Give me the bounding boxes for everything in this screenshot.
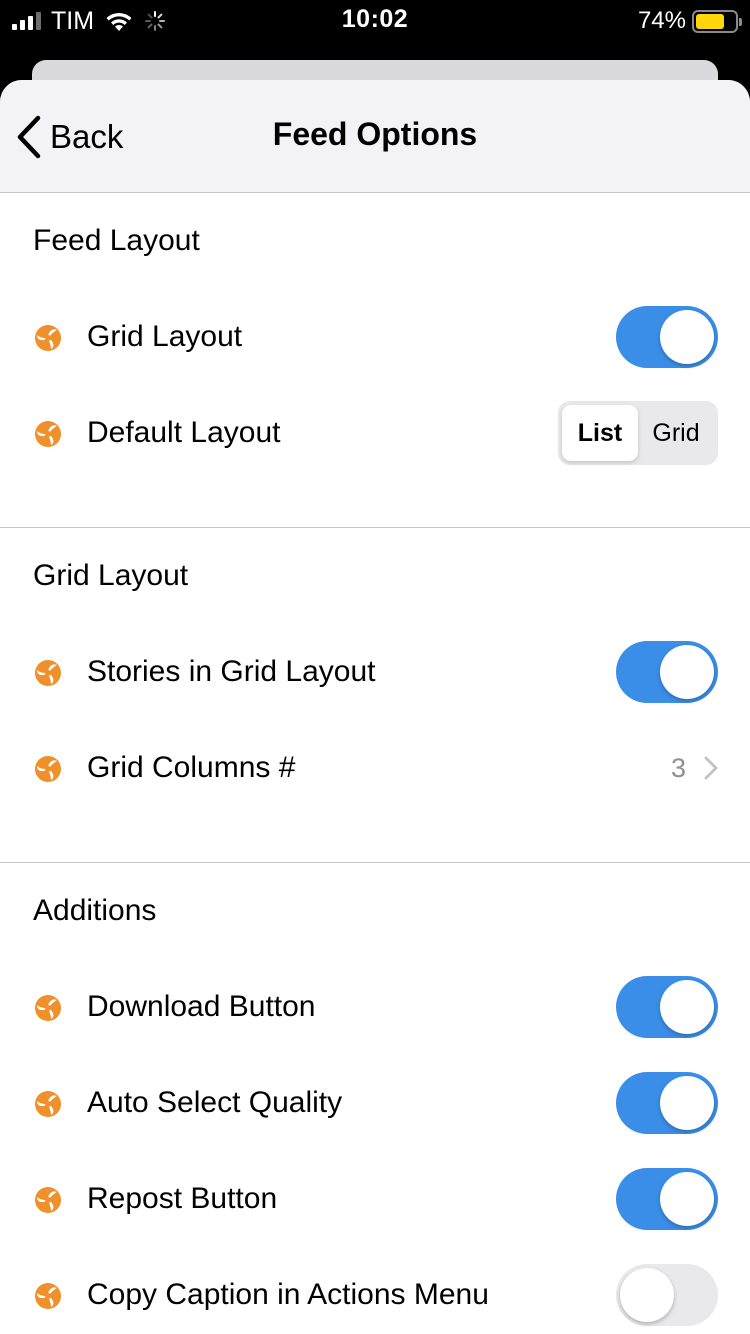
section-title: Feed Layout — [33, 224, 200, 257]
default-layout-segmented-control[interactable]: List Grid — [558, 401, 718, 465]
chevron-right-icon — [704, 756, 718, 780]
setting-row-default-layout: Default Layout List Grid — [0, 385, 750, 481]
setting-row-grid-layout: Grid Layout — [0, 289, 750, 385]
setting-label: Copy Caption in Actions Menu — [87, 1278, 489, 1311]
setting-row-copy-caption: Copy Caption in Actions Menu — [0, 1247, 750, 1334]
app-logo-icon — [35, 995, 61, 1021]
download-button-toggle[interactable] — [616, 976, 718, 1038]
auto-select-quality-toggle[interactable] — [616, 1072, 718, 1134]
setting-label: Download Button — [87, 990, 316, 1023]
battery-level — [696, 13, 725, 29]
section-additions: Additions Download Button Auto Select Qu… — [0, 863, 750, 1334]
setting-row-repost-button: Repost Button — [0, 1151, 750, 1247]
app-logo-icon — [35, 1283, 61, 1309]
navigation-bar: Back Feed Options — [0, 80, 750, 193]
battery-icon — [692, 9, 742, 33]
stories-grid-toggle[interactable] — [616, 641, 718, 703]
grid-columns-count: 3 — [670, 752, 686, 783]
status-bar-right: 74% — [637, 7, 742, 35]
repost-button-toggle[interactable] — [616, 1168, 718, 1230]
segment-grid[interactable]: Grid — [638, 405, 714, 461]
app-logo-icon — [35, 1187, 61, 1213]
battery-percent: 74% — [637, 7, 686, 34]
status-bar: TIM 10:02 74% — [0, 0, 750, 42]
app-logo-icon — [35, 756, 61, 782]
section-title: Additions — [33, 894, 157, 927]
setting-label: Stories in Grid Layout — [87, 655, 376, 688]
section-feed-layout: Feed Layout Grid Layout Default Layout L… — [0, 193, 750, 528]
app-logo-icon — [35, 1091, 61, 1117]
setting-label: Grid Layout — [87, 320, 243, 353]
setting-row-download-button: Download Button — [0, 959, 750, 1055]
setting-row-auto-select-quality: Auto Select Quality — [0, 1055, 750, 1151]
grid-columns-value[interactable]: 3 — [671, 753, 718, 784]
setting-label: Repost Button — [87, 1182, 278, 1215]
grid-layout-toggle[interactable] — [616, 306, 718, 368]
segment-list[interactable]: List — [562, 405, 638, 461]
app-logo-icon — [35, 421, 61, 447]
copy-caption-toggle[interactable] — [616, 1264, 718, 1326]
app-logo-icon — [35, 325, 61, 351]
setting-row-grid-columns[interactable]: Grid Columns # 3 — [0, 720, 750, 816]
feed-options-sheet: Back Feed Options Feed Layout Grid Layou… — [0, 80, 750, 1334]
setting-label: Grid Columns # — [87, 751, 296, 784]
section-title: Grid Layout — [33, 559, 189, 592]
section-grid-layout: Grid Layout Stories in Grid Layout Grid … — [0, 528, 750, 863]
page-title: Feed Options — [272, 116, 478, 152]
setting-row-stories-grid: Stories in Grid Layout — [0, 624, 750, 720]
setting-label: Default Layout — [87, 416, 281, 449]
app-logo-icon — [35, 660, 61, 686]
setting-label: Auto Select Quality — [87, 1086, 343, 1119]
